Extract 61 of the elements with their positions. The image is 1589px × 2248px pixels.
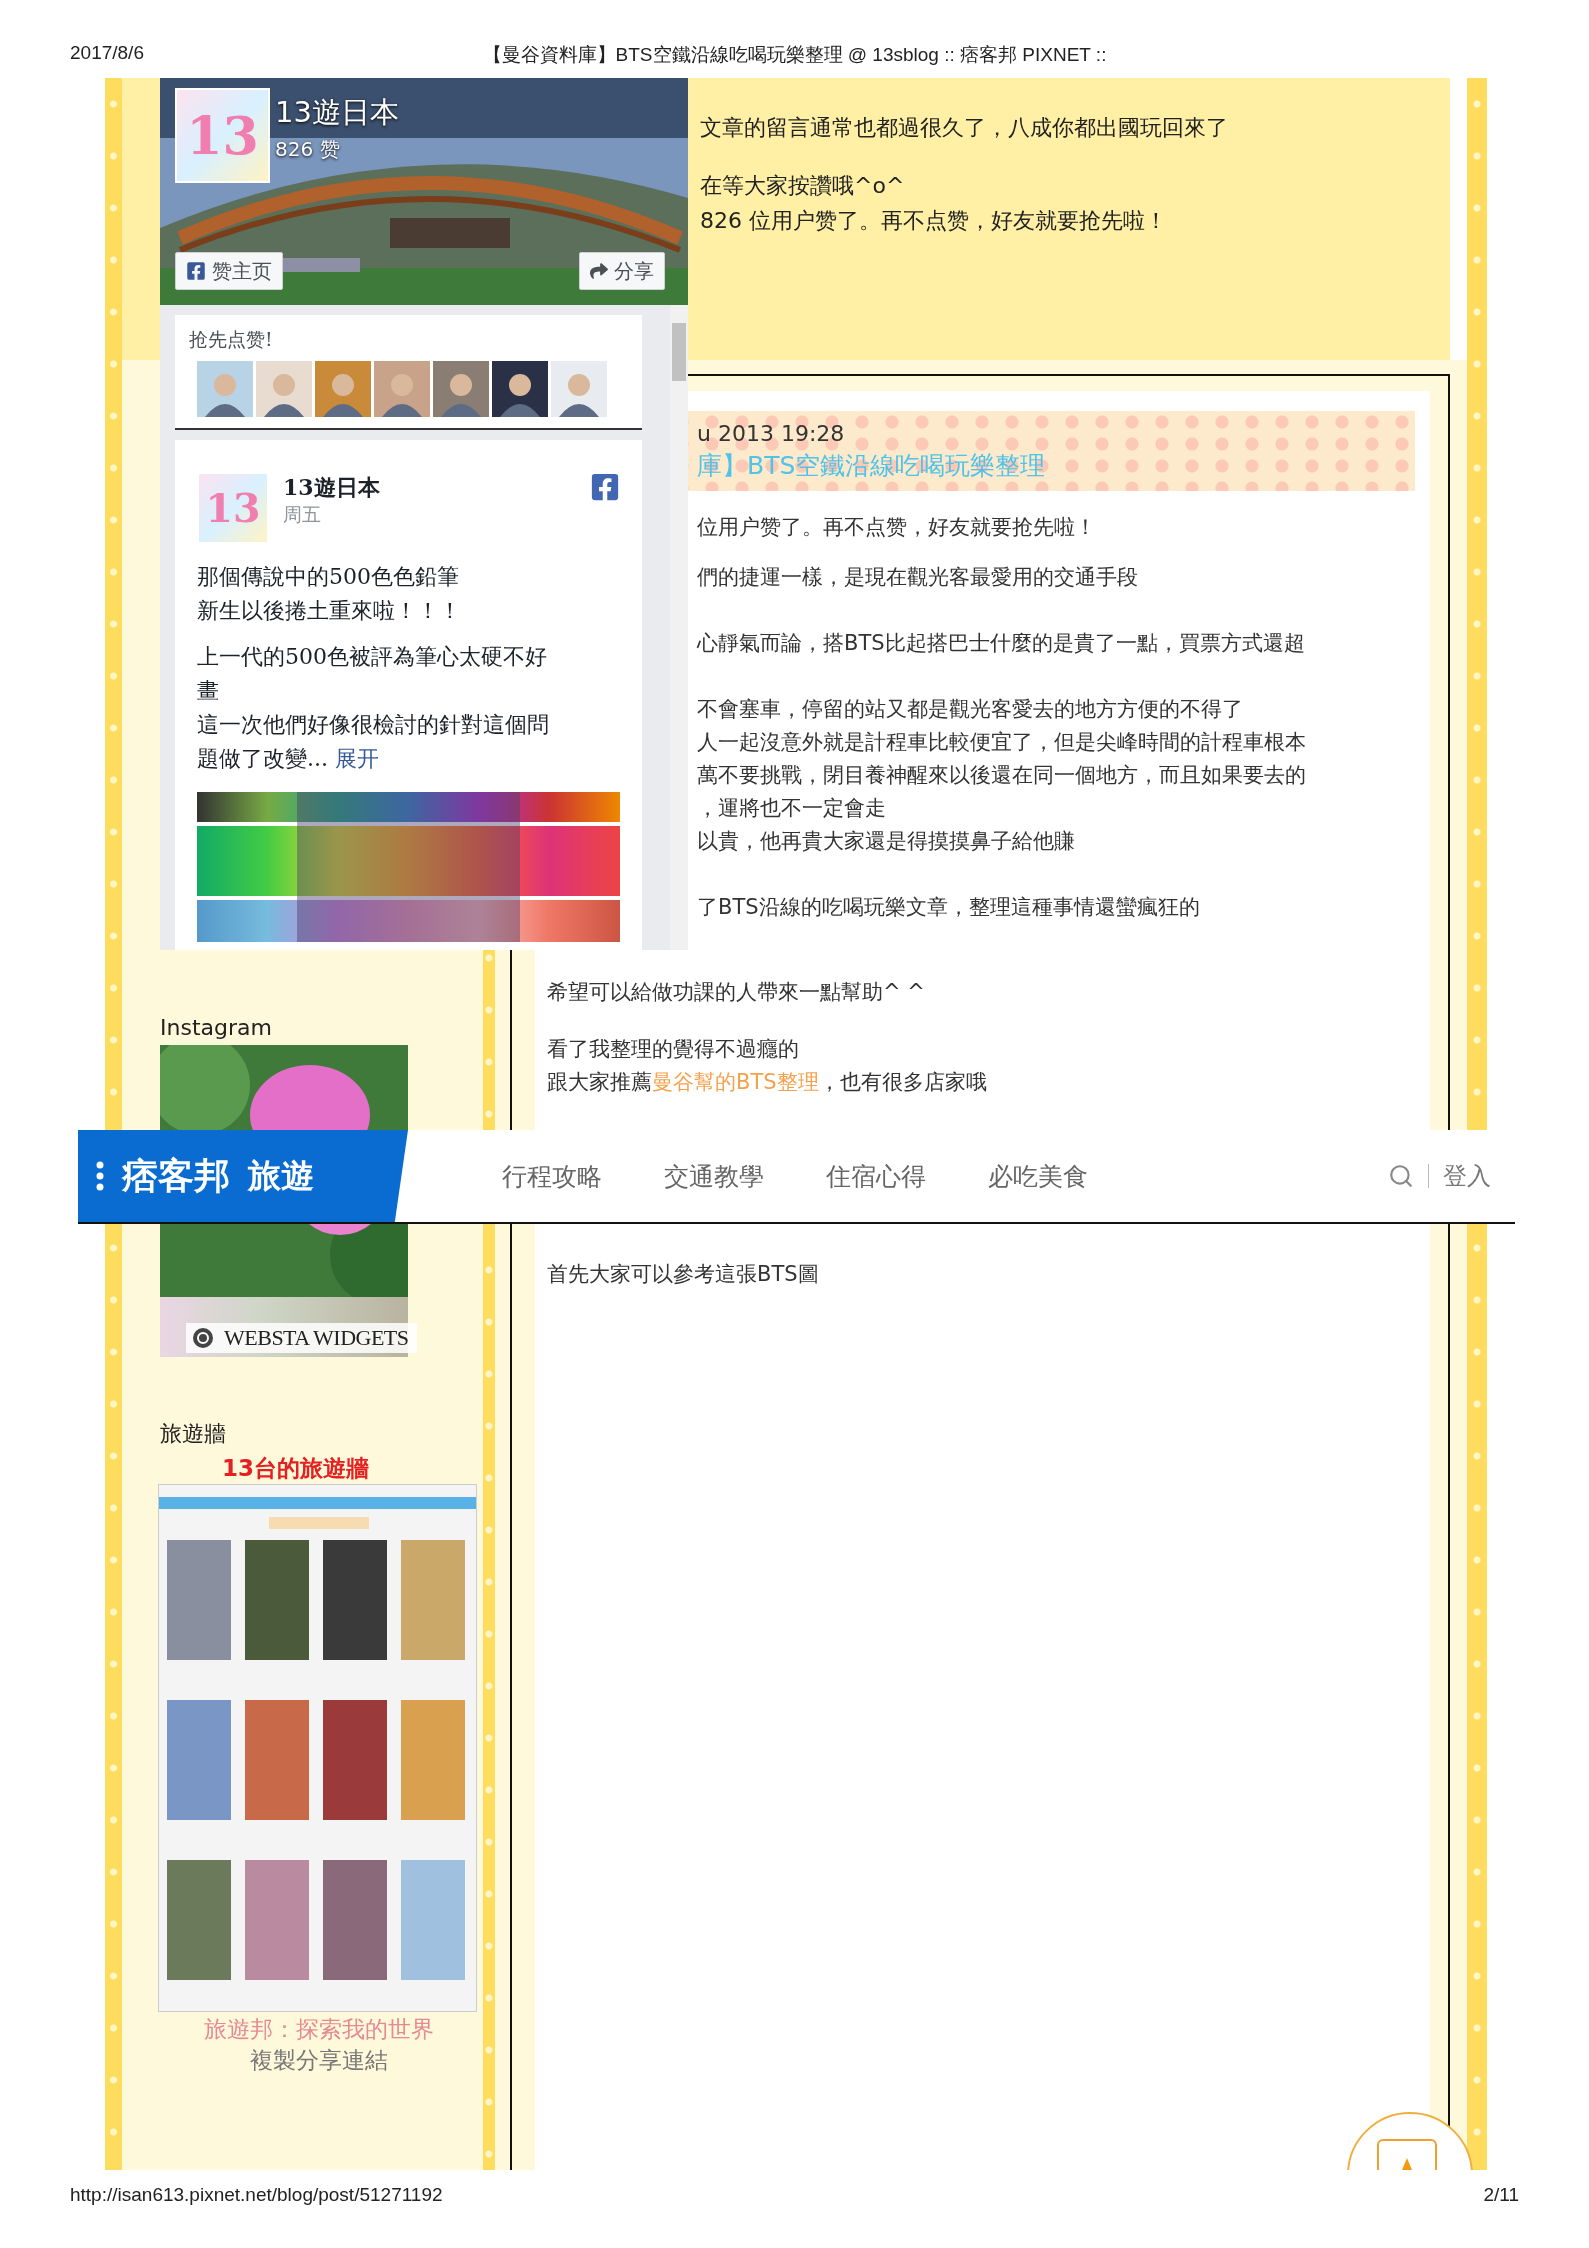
page-name[interactable]: 13遊日本 <box>275 93 399 133</box>
search-icon <box>1388 1163 1414 1189</box>
like-page-button[interactable]: 赞主页 <box>175 252 283 290</box>
share-button[interactable]: 分享 <box>579 252 665 290</box>
nav-link[interactable]: 行程攻略 <box>502 1159 602 1193</box>
login-link[interactable]: 登入 <box>1443 1160 1491 1192</box>
page-number: 2/11 <box>1483 2184 1519 2206</box>
article-text: 以貴，他再貴大家還是得摸摸鼻子給他賺 <box>697 828 1076 855</box>
brand-section: 旅遊 <box>248 1153 314 1199</box>
websta-badge[interactable]: WEBSTA WIDGETS <box>186 1323 417 1353</box>
favorite-button[interactable] <box>1345 2110 1475 2170</box>
widget-title: 旅遊牆 <box>160 1420 227 1448</box>
post-date: u 2013 19:28 <box>697 420 846 448</box>
copy-share-link[interactable]: 複製分享連結 <box>160 2045 477 2076</box>
article-text: 萬不要挑戰，閉目養神醒來以後還在同一個地方，而且如果要去的 <box>697 762 1307 789</box>
article-text: 跟大家推薦曼谷幫的BTS整理，也有很多店家哦 <box>547 1069 988 1096</box>
article-text: 心靜氣而論，搭BTS比起搭巴士什麼的是貴了一點，買票方式還超 <box>697 630 1306 657</box>
nav-link[interactable]: 住宿心得 <box>826 1159 926 1193</box>
article-text: ，運將也不一定會走 <box>697 795 887 822</box>
post-text: 那個傳說中的500色色鉛筆 <box>197 563 460 591</box>
article-text: 們的捷運一樣，是現在觀光客最愛用的交通手段 <box>697 564 1139 591</box>
post-text: 題做了改變... 展开 <box>197 745 380 773</box>
widget-title: Instagram <box>160 1015 273 1041</box>
brand-banner[interactable]: 痞客邦 旅遊 <box>78 1130 408 1222</box>
post-author[interactable]: 13遊日本 <box>283 472 576 502</box>
like-count: 826 赞 <box>275 136 340 163</box>
menu-icon[interactable] <box>96 1161 104 1191</box>
comment-text: 文章的留言通常也都過很久了，八成你都出國玩回來了 <box>700 114 1229 142</box>
camera-icon <box>192 1327 214 1349</box>
article-text: 了BTS沿線的吃喝玩樂文章，整理這種事情還蠻瘋狂的 <box>697 894 1201 921</box>
share-icon <box>590 262 608 280</box>
comment-text: 在等大家按讚哦^o^ <box>700 172 906 200</box>
article-text: 不會塞車，停留的站又都是觀光客愛去的地方方便的不得了 <box>697 696 1244 723</box>
post-text: 上一代的500色被評為筆心太硬不好 <box>197 643 548 671</box>
article-text: 希望可以給做功課的人帶來一點幫助^ ^ <box>547 979 926 1006</box>
page-logo: 13 <box>197 472 269 544</box>
post-day: 周五 <box>283 502 576 528</box>
websta-text: WEBSTA WIDGETS <box>224 1325 409 1351</box>
nav-link[interactable]: 交通教學 <box>664 1159 764 1193</box>
post-text: 新生以後捲土重來啦！！！ <box>197 597 462 625</box>
travel-wall-heading: 13台的旅遊牆 <box>222 1454 370 1483</box>
article-text: 人一起沒意外就是計程車比較便宜了，但是尖峰時間的計程車根本 <box>697 729 1307 756</box>
page-logo: 13 <box>175 88 270 183</box>
facebook-icon <box>186 261 206 281</box>
post-text: 這一次他們好像很檢討的針對這個問 <box>197 711 550 739</box>
comment-text: 826 位用户赞了。再不点赞，好友就要抢先啦！ <box>700 207 1168 235</box>
expand-link[interactable]: 展开 <box>335 746 379 771</box>
scrollbar[interactable] <box>670 305 688 950</box>
facebook-icon <box>590 472 620 502</box>
page-title: 【曼谷資料庫】BTS空鐵沿線吃喝玩樂整理 @ 13sblog :: 痞客邦 PIXNET :: <box>482 43 1107 67</box>
article-text: 看了我整理的覺得不過癮的 <box>547 1036 800 1063</box>
friends-title: 抢先点赞! <box>189 328 273 350</box>
article-text: 首先大家可以參考這張BTS圖 <box>547 1262 819 1286</box>
travel-wall-tagline: 旅遊邦：探索我的世界 <box>202 2015 435 2044</box>
post-text: 畫 <box>197 677 220 705</box>
article-text: 位用户赞了。再不点赞，好友就要抢先啦！ <box>697 514 1097 541</box>
page-url: http://isan613.pixnet.net/blog/post/51271192 <box>70 2184 443 2206</box>
star-icon <box>1377 2139 1437 2170</box>
brand-name: 痞客邦 <box>122 1153 230 1198</box>
print-date: 2017/8/6 <box>70 42 145 65</box>
nav-link[interactable]: 必吃美食 <box>988 1159 1088 1193</box>
